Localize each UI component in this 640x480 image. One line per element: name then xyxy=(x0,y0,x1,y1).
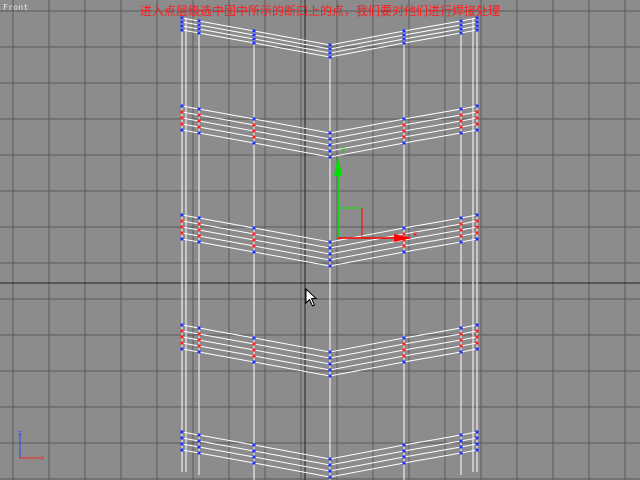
gizmo-y-label: y xyxy=(341,145,345,153)
axis-tripod: z x xyxy=(18,429,44,462)
front-viewport[interactable]: y x z x Front 进入点层级选中图中所示的断口上的点，我们要对他们进行… xyxy=(0,0,640,480)
gizmo-x-label: x xyxy=(413,230,417,238)
transform-gizmo[interactable]: y x xyxy=(0,0,640,480)
gizmo-y-arrow-icon[interactable] xyxy=(334,156,342,176)
gizmo-plane-handle[interactable] xyxy=(338,207,363,238)
instruction-caption: 进入点层级选中图中所示的断口上的点，我们要对他们进行焊接处理 xyxy=(139,4,500,18)
gizmo-x-arrow-icon[interactable] xyxy=(394,234,412,242)
tripod-z-label: z xyxy=(18,429,22,437)
arrow-cursor-icon xyxy=(305,288,317,307)
tripod-x-label: x xyxy=(40,454,44,462)
